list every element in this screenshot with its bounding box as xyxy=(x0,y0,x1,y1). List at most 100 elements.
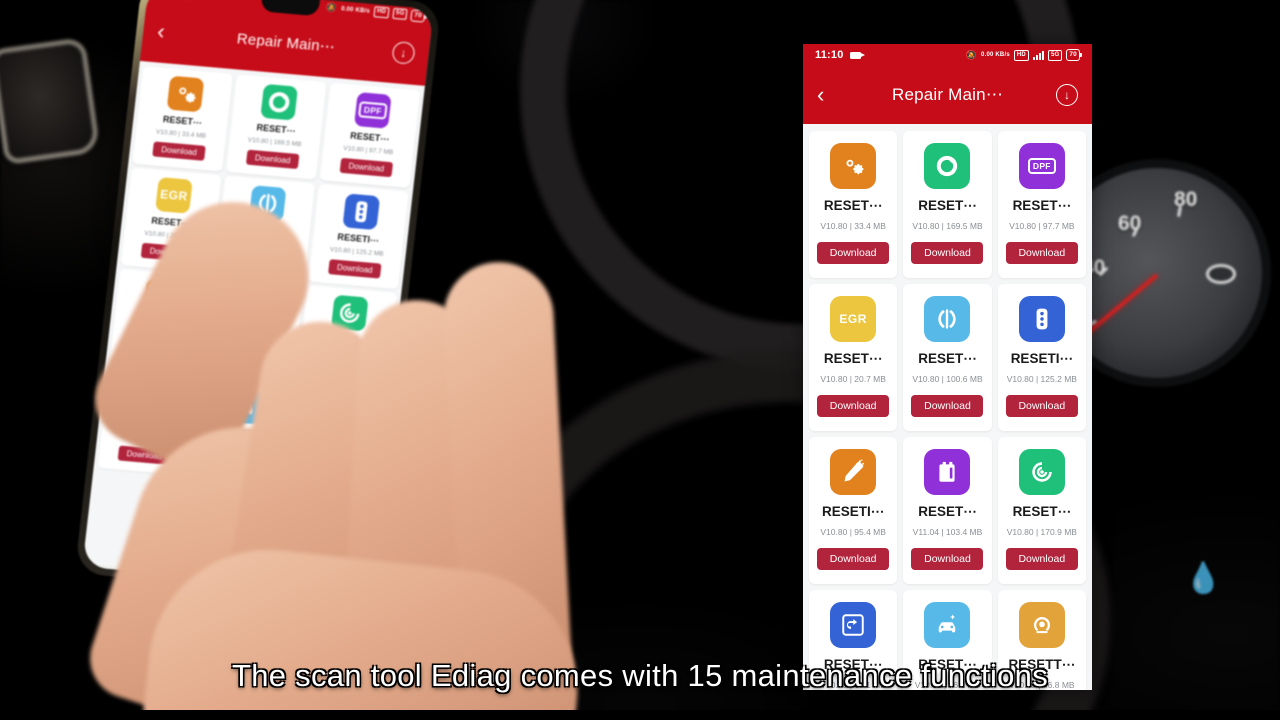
function-tile[interactable]: RESET⋯ V11.04 | 103.4 MB Download xyxy=(903,437,992,584)
gauge-needle xyxy=(1082,273,1159,339)
function-name: RESET⋯ xyxy=(1012,504,1072,519)
download-button[interactable]: Download xyxy=(1005,242,1078,264)
function-tile[interactable]: DPF RESET⋯ V10.80 | 97.7 MB Download xyxy=(997,131,1086,278)
version-size-label: V10.80 | 97.7 MB xyxy=(342,144,394,157)
download-button[interactable]: Download xyxy=(817,395,890,417)
inset-function-grid: RESET⋯ V10.80 | 33.4 MB Download RESET⋯ V10.… xyxy=(803,124,1092,690)
status-time: 11:10 xyxy=(815,49,844,61)
function-tile[interactable]: EGR RESET⋯ V10.80 | 20.7 MB Download xyxy=(809,284,898,431)
battery-icon xyxy=(924,449,971,495)
version-size-label: V10.80 | 76.2 MB xyxy=(914,680,981,690)
download-button[interactable]: Download xyxy=(1005,548,1078,570)
warning-lamp-icon xyxy=(1206,264,1236,284)
version-size-label: V10.80 | 169.5 MB xyxy=(912,221,983,231)
wiper-indicator-icon: 💧 xyxy=(1184,562,1222,595)
hd-badge: HD xyxy=(373,6,390,19)
brake-disc-icon xyxy=(260,83,299,121)
version-size-label: V10.80 | 18.1 MB xyxy=(820,680,886,690)
bell-muted-icon: 🔕 xyxy=(325,1,338,13)
function-tile[interactable]: RESET⋯ V10.80 | 33.4 MB Download xyxy=(809,131,898,278)
version-size-label: V10.80 | 100.6 MB xyxy=(912,374,983,384)
download-button[interactable]: Download xyxy=(339,157,394,178)
car-key-icon xyxy=(342,193,381,231)
function-name: RESETI⋯ xyxy=(336,231,380,246)
download-button[interactable]: Download xyxy=(1005,395,1078,417)
battery-indicator: 70 xyxy=(1066,49,1082,61)
version-size-label: V10.80 | 95.4 MB xyxy=(820,527,886,537)
function-tile[interactable]: RESETI⋯ V10.80 | 125.2 MB Download xyxy=(997,284,1086,431)
function-name: RESET⋯ xyxy=(823,351,883,366)
version-size-label: V10.80 | 125.2 MB xyxy=(1006,374,1077,384)
video-camera-icon xyxy=(849,51,865,59)
data-rate-label: 0.00 KB/s xyxy=(981,52,1010,58)
download-button[interactable]: Download xyxy=(328,259,382,279)
function-name: RESET⋯ xyxy=(918,504,977,519)
function-tile[interactable]: RESET⋯ V10.80 | 169.5 MB Download xyxy=(225,74,327,180)
inset-app-header: ‹ Repair Main⋯ ↓ xyxy=(803,66,1092,124)
download-button[interactable]: Download xyxy=(911,395,984,417)
function-tile[interactable]: RESET⋯V10.80 | 76.2 MBDownload xyxy=(903,590,992,690)
letterbox-bottom xyxy=(0,710,1280,720)
version-size-label: V10.80 | 20.7 MB xyxy=(820,374,886,384)
function-tile[interactable]: RESETI⋯ V10.80 | 125.2 MB Download xyxy=(308,183,409,290)
function-name: RESET⋯ xyxy=(918,198,977,213)
version-size-label: V10.80 | 86.8 MB xyxy=(1009,680,1075,690)
function-tile[interactable]: RESETI⋯ V10.80 | 95.4 MB Download xyxy=(809,437,898,584)
throttle-body-icon xyxy=(924,296,971,342)
download-button[interactable]: Download xyxy=(817,242,890,264)
download-circle-icon[interactable]: ↓ xyxy=(391,40,416,65)
function-name: RESET⋯ xyxy=(823,198,883,213)
inset-status-bar: 11:10 🔕 0.00 KB/s HD 5G 70 xyxy=(803,44,1092,66)
function-tile[interactable]: RESET⋯ V10.80 | 169.5 MB Download xyxy=(903,131,992,278)
version-size-label: V10.80 | 125.2 MB xyxy=(329,246,384,258)
download-button[interactable]: Download xyxy=(245,149,300,170)
function-name: RESET⋯ xyxy=(918,657,977,672)
download-button[interactable]: Download xyxy=(152,141,206,161)
gauge-tick-60: 60 xyxy=(1118,212,1142,235)
download-button[interactable]: Download xyxy=(817,548,890,570)
gears-icon xyxy=(166,75,205,113)
chevron-left-icon[interactable]: ‹ xyxy=(156,18,166,43)
function-tile[interactable]: RESETT⋯V10.80 | 86.8 MBDownload xyxy=(997,590,1086,690)
network-badge: 5G xyxy=(1047,49,1063,61)
function-tile[interactable]: RESET⋯ V10.80 | 100.6 MB Download xyxy=(903,284,992,431)
reset-box-icon xyxy=(830,602,877,648)
page-title: Repair Main⋯ xyxy=(891,85,1004,104)
download-button[interactable]: Download xyxy=(911,548,984,570)
function-name: RESETI⋯ xyxy=(1010,351,1073,366)
function-name: RESET⋯ xyxy=(256,122,297,136)
function-name: RESET⋯ xyxy=(918,351,977,366)
network-badge: 5G xyxy=(392,7,408,21)
car-key-icon xyxy=(1018,296,1065,342)
steering-angle-icon xyxy=(1018,449,1065,495)
function-name: RESETT⋯ xyxy=(1008,657,1076,672)
inset-status-left: 11:10 xyxy=(815,49,865,61)
version-size-label: V11.04 | 103.4 MB xyxy=(912,527,983,537)
function-tile[interactable]: DPF RESET⋯ V10.80 | 97.7 MB Download xyxy=(319,82,421,188)
injector-icon xyxy=(830,449,877,495)
function-name: RESET⋯ xyxy=(349,130,390,144)
function-tile[interactable]: RESET⋯ V10.80 | 33.4 MB Download xyxy=(132,66,234,172)
version-size-label: V10.80 | 97.7 MB xyxy=(1009,221,1075,231)
egr-badge-icon: EGR xyxy=(830,296,877,342)
function-tile[interactable]: RESET⋯ V10.80 | 170.9 MB Download xyxy=(997,437,1086,584)
battery-indicator: 70 xyxy=(410,8,426,23)
ac-car-icon xyxy=(924,602,971,648)
screen-recording-inset: 11:10 🔕 0.00 KB/s HD 5G 70 ‹ Repair Main… xyxy=(803,44,1092,690)
download-circle-icon[interactable]: ↓ xyxy=(1056,84,1078,106)
version-size-label: V10.80 | 170.9 MB xyxy=(1006,527,1077,537)
download-button[interactable]: Download xyxy=(911,242,984,264)
brake-disc-icon xyxy=(924,143,971,189)
function-name: RESET⋯ xyxy=(823,657,883,672)
tpms-icon xyxy=(1018,602,1065,648)
data-rate-label: 0.00 KB/s xyxy=(340,5,371,15)
dpf-badge-icon: DPF xyxy=(1018,143,1065,189)
page-title: Repair Main⋯ xyxy=(235,30,336,56)
hd-badge: HD xyxy=(1013,49,1029,61)
function-tile[interactable]: RESET⋯V10.80 | 18.1 MBDownload xyxy=(809,590,898,690)
inset-status-right: 🔕 0.00 KB/s HD 5G 70 xyxy=(966,49,1082,61)
version-size-label: V10.80 | 169.5 MB xyxy=(247,136,302,149)
version-size-label: V10.80 | 33.4 MB xyxy=(820,221,886,231)
chevron-left-icon[interactable]: ‹ xyxy=(817,84,824,106)
version-size-label: V10.80 | 33.4 MB xyxy=(155,128,207,140)
